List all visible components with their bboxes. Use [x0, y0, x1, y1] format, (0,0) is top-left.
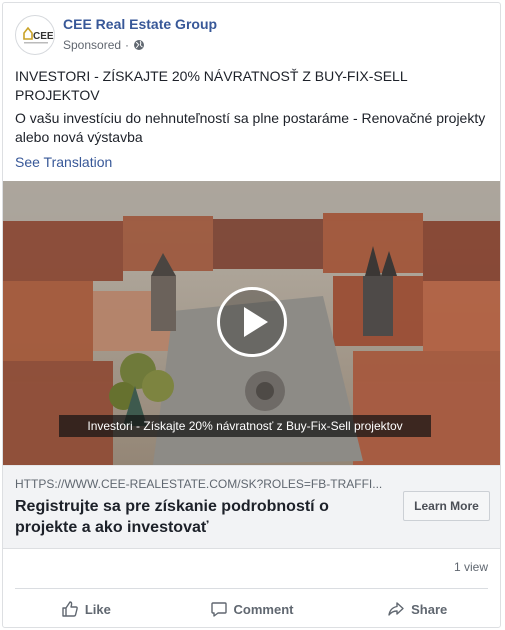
- link-url[interactable]: HTTPS://WWW.CEE-REALESTATE.COM/SK?ROLES=…: [15, 477, 385, 491]
- comment-bubble-icon: [210, 600, 228, 618]
- comment-label: Comment: [233, 601, 294, 617]
- view-count[interactable]: 1 view: [454, 560, 488, 574]
- post-body: O vašu investíciu do nehnuteľností sa pl…: [15, 110, 486, 145]
- see-translation-link[interactable]: See Translation: [15, 154, 112, 170]
- comment-button[interactable]: Comment: [169, 593, 335, 625]
- globe-icon[interactable]: [133, 39, 145, 51]
- share-label: Share: [411, 601, 448, 617]
- action-bar: Like Comment Share: [3, 593, 500, 625]
- sponsored-label[interactable]: Sponsored: [63, 38, 121, 52]
- page-name-link[interactable]: CEE Real Estate Group: [63, 16, 217, 32]
- thumbs-up-icon: [61, 600, 79, 618]
- meta-separator: ·: [125, 38, 130, 52]
- link-title[interactable]: Registrujte sa pre získanie podrobností …: [15, 496, 385, 538]
- sponsored-post-card: CEE CEE Real Estate Group Sponsored · IN…: [2, 2, 501, 628]
- post-meta: Sponsored ·: [63, 38, 145, 52]
- divider: [15, 588, 488, 589]
- avatar-logo-text: CEE: [33, 31, 54, 42]
- share-button[interactable]: Share: [334, 593, 500, 625]
- like-label: Like: [84, 601, 111, 617]
- post-headline: INVESTORI - ZÍSKAJTE 20% NÁVRATNOSŤ Z BU…: [15, 68, 408, 103]
- post-header: CEE CEE Real Estate Group Sponsored ·: [15, 15, 485, 55]
- learn-more-button[interactable]: Learn More: [403, 491, 490, 521]
- video-caption: Investori - Získajte 20% návratnosť z Bu…: [59, 415, 431, 437]
- like-button[interactable]: Like: [3, 593, 169, 625]
- post-message: INVESTORI - ZÍSKAJTE 20% NÁVRATNOSŤ Z BU…: [15, 67, 491, 145]
- link-preview[interactable]: HTTPS://WWW.CEE-REALESTATE.COM/SK?ROLES=…: [3, 465, 500, 549]
- page-avatar[interactable]: CEE: [15, 15, 55, 55]
- play-icon[interactable]: [217, 287, 287, 357]
- cee-logo: CEE: [23, 26, 54, 44]
- video-player[interactable]: Investori - Získajte 20% návratnosť z Bu…: [3, 181, 500, 465]
- share-arrow-icon: [387, 600, 405, 618]
